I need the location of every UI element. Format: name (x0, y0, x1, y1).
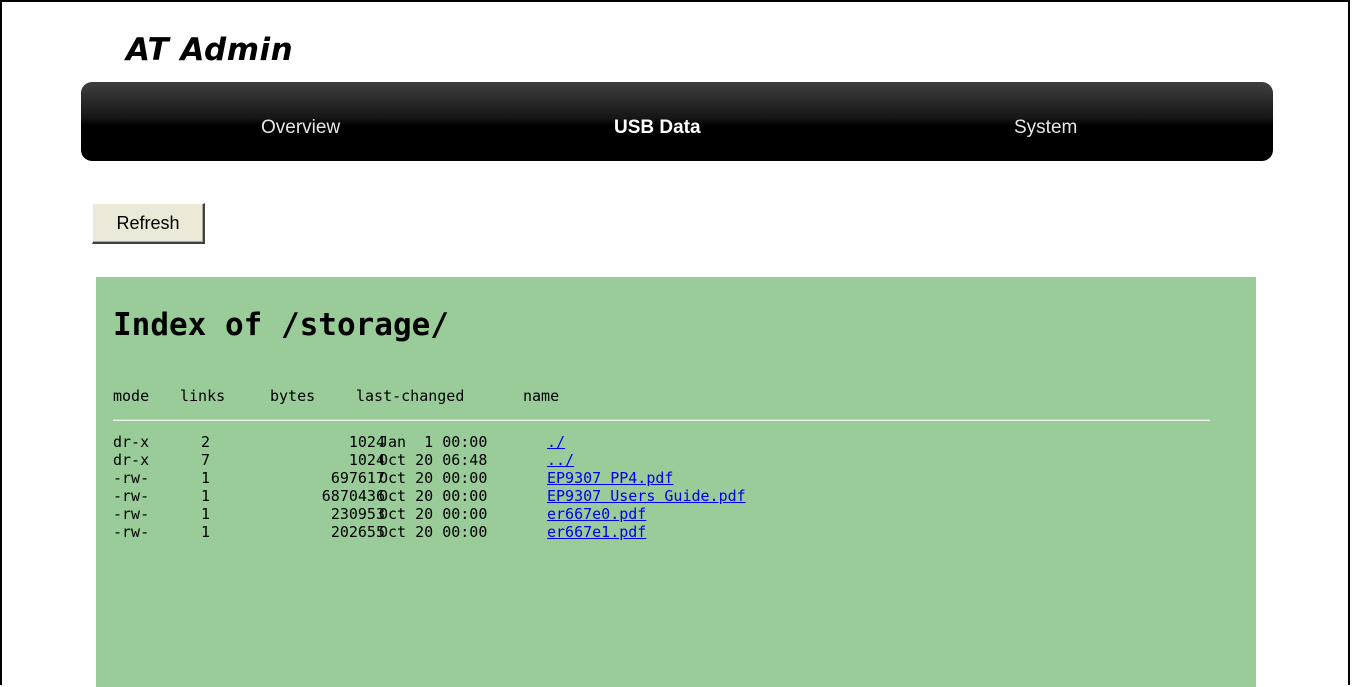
file-links: 1 (201, 523, 211, 541)
app-title: AT Admin (126, 32, 294, 68)
column-header-mode: mode (113, 387, 150, 405)
refresh-button[interactable]: Refresh (92, 203, 205, 244)
column-header-last-changed: last-changed (356, 387, 465, 405)
file-bytes: 6870436 (321, 487, 385, 505)
file-links: 7 (201, 451, 211, 469)
file-last-changed: Oct 20 00:00 (379, 523, 488, 541)
file-last-changed: Oct 20 06:48 (379, 451, 488, 469)
listing-title: Index of /storage/ (113, 307, 449, 343)
file-bytes: 697617 (330, 469, 385, 487)
file-links: 2 (201, 433, 211, 451)
file-row: -rw- 1 697617 Oct 20 00:00 EP9307 PP4.pd… (113, 469, 1013, 487)
column-header-name: name (523, 387, 560, 405)
file-bytes: 1024 (348, 451, 385, 469)
directory-listing: Index of /storage/ mode links bytes last… (96, 277, 1256, 687)
file-last-changed: Oct 20 00:00 (379, 487, 488, 505)
file-row: dr-x 2 1024 Jan 1 00:00 ./ (113, 433, 1013, 451)
file-mode: -rw- (113, 487, 150, 505)
file-row: -rw- 1 202655 Oct 20 00:00 er667e1.pdf (113, 523, 1013, 541)
file-links: 1 (201, 487, 211, 505)
nav-tab-overview[interactable]: Overview (261, 82, 340, 161)
file-bytes: 202655 (330, 523, 385, 541)
file-mode: -rw- (113, 523, 150, 541)
page-frame: AT Admin Overview USB Data System Refres… (0, 0, 1350, 687)
file-mode: -rw- (113, 505, 150, 523)
file-mode: dr-x (113, 451, 150, 469)
file-mode: dr-x (113, 433, 150, 451)
file-bytes: 1024 (348, 433, 385, 451)
file-row: dr-x 7 1024 Oct 20 06:48 ../ (113, 451, 1013, 469)
file-links: 1 (201, 469, 211, 487)
file-last-changed: Jan 1 00:00 (379, 433, 488, 451)
file-link[interactable]: er667e1.pdf (547, 523, 646, 541)
file-link[interactable]: EP9307 Users Guide.pdf (547, 487, 746, 505)
file-link[interactable]: EP9307 PP4.pdf (547, 469, 673, 487)
main-navigation: Overview USB Data System (81, 82, 1273, 161)
file-link[interactable]: ../ (547, 451, 574, 469)
file-last-changed: Oct 20 00:00 (379, 469, 488, 487)
file-bytes: 230953 (330, 505, 385, 523)
file-row: -rw- 1 230953 Oct 20 00:00 er667e0.pdf (113, 505, 1013, 523)
column-header-links: links (180, 387, 226, 405)
column-header-bytes: bytes (270, 387, 316, 405)
nav-tab-system[interactable]: System (1014, 82, 1077, 161)
header-divider (113, 419, 1210, 421)
file-link[interactable]: er667e0.pdf (547, 505, 646, 523)
file-link[interactable]: ./ (547, 433, 565, 451)
file-mode: -rw- (113, 469, 150, 487)
file-row: -rw- 1 6870436 Oct 20 00:00 EP9307 Users… (113, 487, 1013, 505)
file-links: 1 (201, 505, 211, 523)
nav-tab-usb-data[interactable]: USB Data (614, 82, 701, 161)
file-last-changed: Oct 20 00:00 (379, 505, 488, 523)
